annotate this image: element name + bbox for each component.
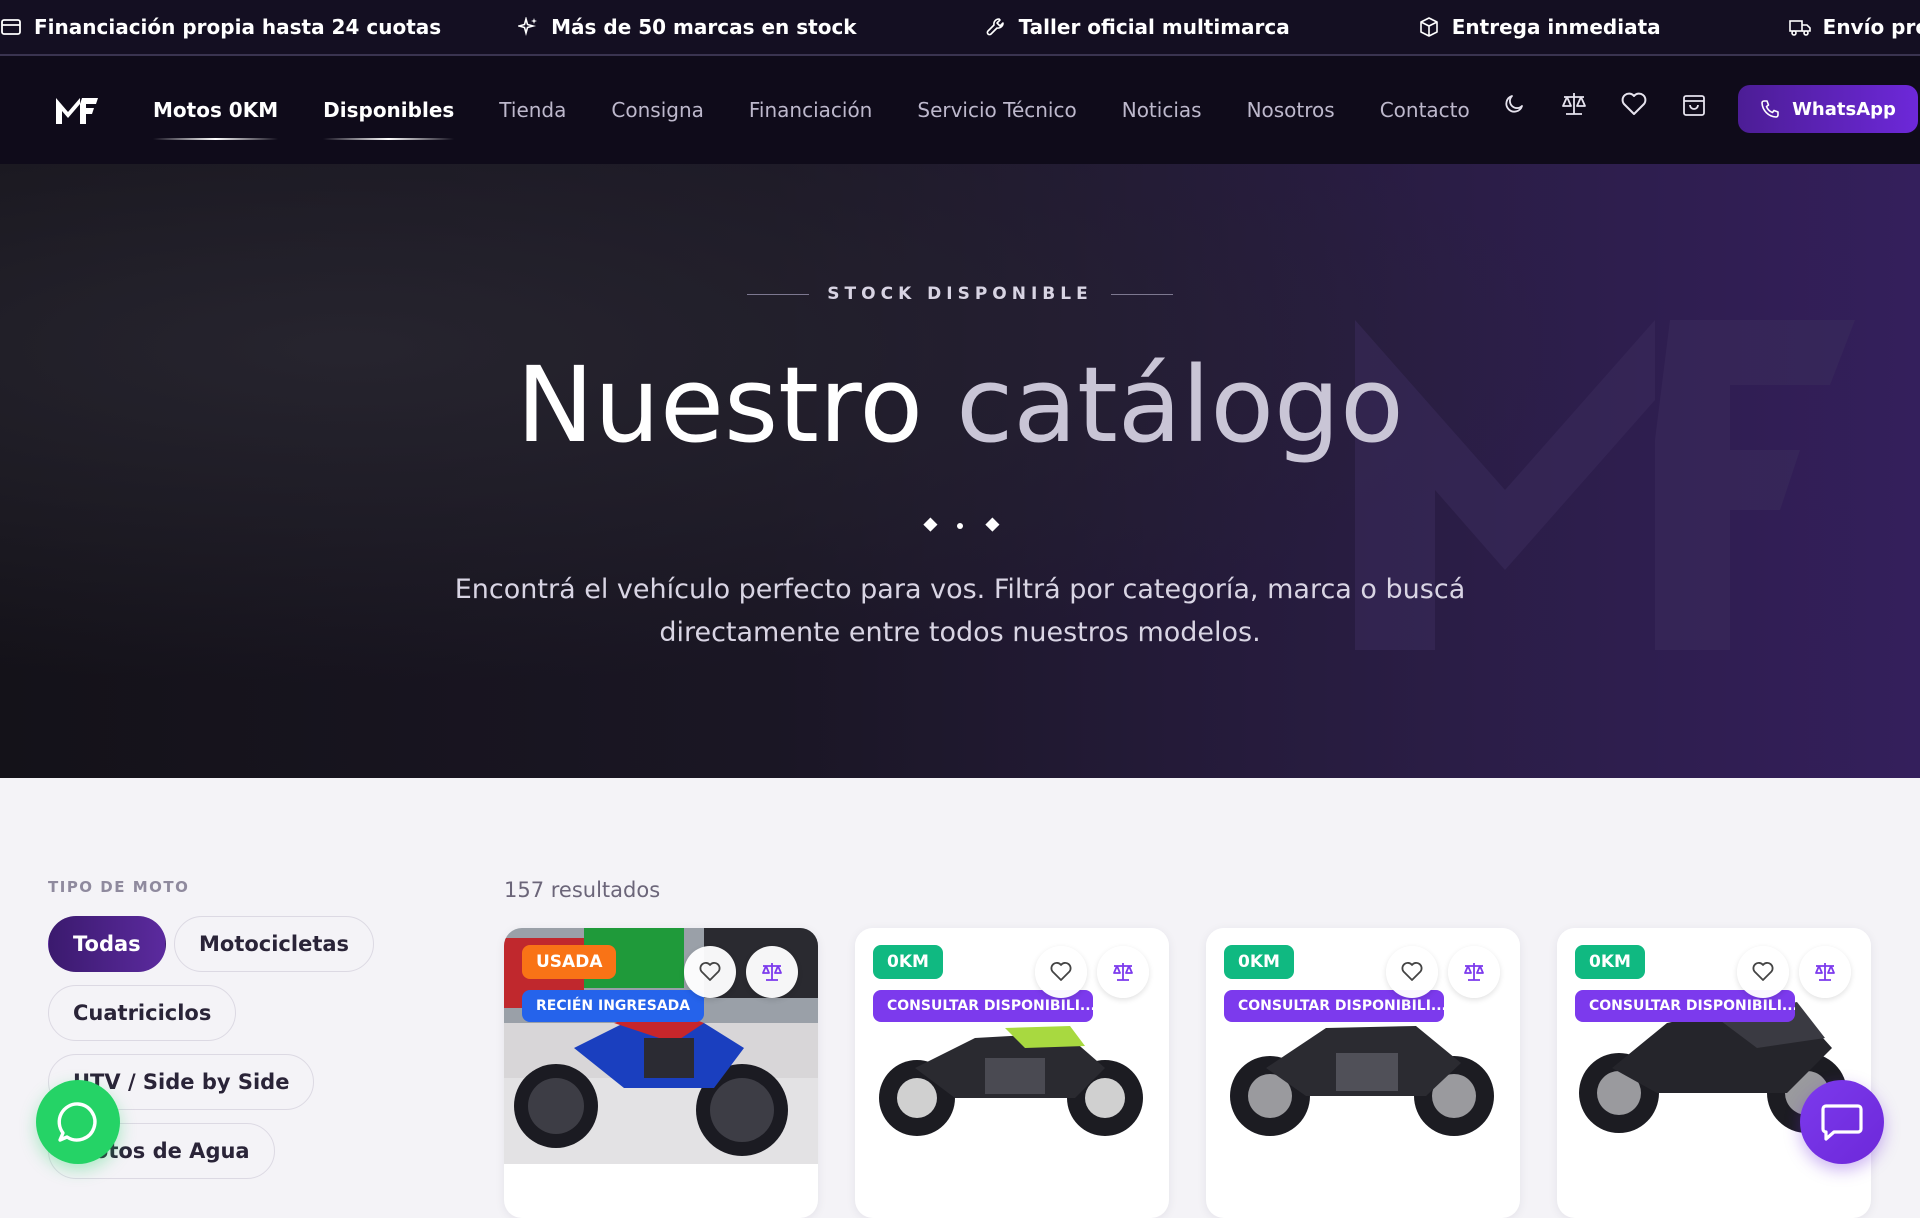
- nav-link-servicio-tecnico[interactable]: Servicio Técnico: [917, 56, 1076, 164]
- announcement-text: Envío prop: [1822, 15, 1920, 39]
- product-card[interactable]: USADA RECIÉN INGRESADA: [504, 928, 818, 1218]
- whatsapp-button[interactable]: WhatsApp: [1738, 85, 1918, 133]
- announcement-bar: Financiación propia hasta 24 cuotas Más …: [0, 0, 1920, 56]
- compare-button[interactable]: [1448, 946, 1500, 998]
- heart-icon: [1050, 962, 1072, 981]
- moon-icon[interactable]: [1496, 86, 1532, 122]
- nav-link-financiacion[interactable]: Financiación: [749, 56, 873, 164]
- chat-icon: [1821, 1104, 1863, 1141]
- chip-todas[interactable]: Todas: [48, 916, 166, 972]
- hero-eyebrow-text: STOCK DISPONIBLE: [827, 284, 1093, 304]
- catalog-section: TIPO DE MOTO Todas Motocicletas Cuatrici…: [0, 778, 1920, 1218]
- product-card[interactable]: 0KM CONSULTAR DISPONIBILI...: [1557, 928, 1871, 1218]
- box-icon: [1418, 16, 1440, 38]
- nav-link-noticias[interactable]: Noticias: [1122, 56, 1202, 164]
- credit-card-icon: [0, 16, 22, 38]
- product-card[interactable]: 0KM CONSULTAR DISPONIBILI...: [1206, 928, 1520, 1218]
- phone-icon: [1761, 100, 1779, 118]
- condition-badge: 0KM: [873, 945, 943, 979]
- sparkles-icon: [517, 16, 539, 38]
- hero-subtitle: Encontrá el vehículo perfecto para vos. …: [454, 574, 1466, 648]
- nav-link-contacto[interactable]: Contacto: [1380, 56, 1470, 164]
- compare-button[interactable]: [1799, 946, 1851, 998]
- chip-motocicletas[interactable]: Motocicletas: [174, 916, 375, 972]
- scale-icon[interactable]: [1556, 86, 1592, 122]
- condition-badge: 0KM: [1224, 945, 1294, 979]
- filter-label: TIPO DE MOTO: [48, 878, 190, 896]
- brand-logo[interactable]: [54, 90, 100, 130]
- nav-link-motos-0km[interactable]: Motos 0KM: [153, 56, 279, 164]
- announcement-text: Financiación propia hasta 24 cuotas: [34, 15, 442, 39]
- nav-link-disponibles[interactable]: Disponibles: [323, 56, 455, 164]
- announcement-text: Taller oficial multimarca: [1018, 15, 1290, 39]
- favorite-button[interactable]: [684, 946, 736, 998]
- nav-link-consigna[interactable]: Consigna: [611, 56, 703, 164]
- announcement-item: Envío prop: [1788, 15, 1920, 39]
- compare-button[interactable]: [746, 946, 798, 998]
- nav-icon-group: [1496, 86, 1736, 122]
- scale-icon: [1113, 963, 1133, 981]
- page-title-main: Nuestro: [516, 344, 924, 466]
- heart-icon: [1752, 962, 1774, 981]
- nav-link-tienda[interactable]: Tienda: [499, 56, 566, 164]
- hero-section: STOCK DISPONIBLE Nuestro catálogo Encont…: [0, 164, 1920, 778]
- nav-link-nosotros[interactable]: Nosotros: [1247, 56, 1335, 164]
- scale-icon: [1815, 963, 1835, 981]
- nav-links: Motos 0KM Disponibles Tienda Consigna Fi…: [153, 56, 1515, 164]
- divider-ornament: [790, 517, 1130, 532]
- page-title-light: catálogo: [956, 344, 1404, 466]
- status-badge: RECIÉN INGRESADA: [522, 990, 705, 1022]
- wrench-icon: [985, 16, 1007, 38]
- condition-badge: USADA: [522, 945, 617, 979]
- whatsapp-icon: [57, 1102, 97, 1142]
- announcement-text: Entrega inmediata: [1451, 15, 1661, 39]
- scale-icon: [762, 963, 782, 981]
- favorite-button[interactable]: [1737, 946, 1789, 998]
- heart-icon: [1401, 962, 1423, 981]
- heart-icon: [699, 962, 721, 981]
- chip-cuatriciclos[interactable]: Cuatriciclos: [48, 985, 237, 1041]
- main-navigation: Motos 0KM Disponibles Tienda Consigna Fi…: [0, 56, 1920, 164]
- eyebrow-line-right: [1110, 293, 1173, 295]
- hero-eyebrow: STOCK DISPONIBLE: [0, 284, 1920, 304]
- eyebrow-line-left: [747, 293, 810, 295]
- compare-button[interactable]: [1097, 946, 1149, 998]
- whatsapp-button-label: WhatsApp: [1792, 98, 1896, 120]
- page-title: Nuestro catálogo: [0, 344, 1920, 466]
- whatsapp-float-button[interactable]: [36, 1080, 120, 1164]
- heart-icon[interactable]: [1616, 86, 1652, 122]
- favorite-button[interactable]: [1035, 946, 1087, 998]
- announcement-text: Más de 50 marcas en stock: [551, 15, 857, 39]
- truck-icon: [1788, 16, 1811, 38]
- announcement-item: Más de 50 marcas en stock: [517, 15, 857, 39]
- announcement-item: Taller oficial multimarca: [985, 15, 1290, 39]
- favorite-button[interactable]: [1386, 946, 1438, 998]
- announcement-item: Entrega inmediata: [1418, 15, 1661, 39]
- announcement-item: Financiación propia hasta 24 cuotas: [0, 15, 441, 39]
- scale-icon: [1464, 963, 1484, 981]
- chat-float-button[interactable]: [1800, 1080, 1884, 1164]
- condition-badge: 0KM: [1575, 945, 1645, 979]
- product-card[interactable]: 0KM CONSULTAR DISPONIBILI...: [855, 928, 1169, 1218]
- bag-icon[interactable]: [1676, 86, 1712, 122]
- results-count: 157 resultados: [504, 878, 661, 902]
